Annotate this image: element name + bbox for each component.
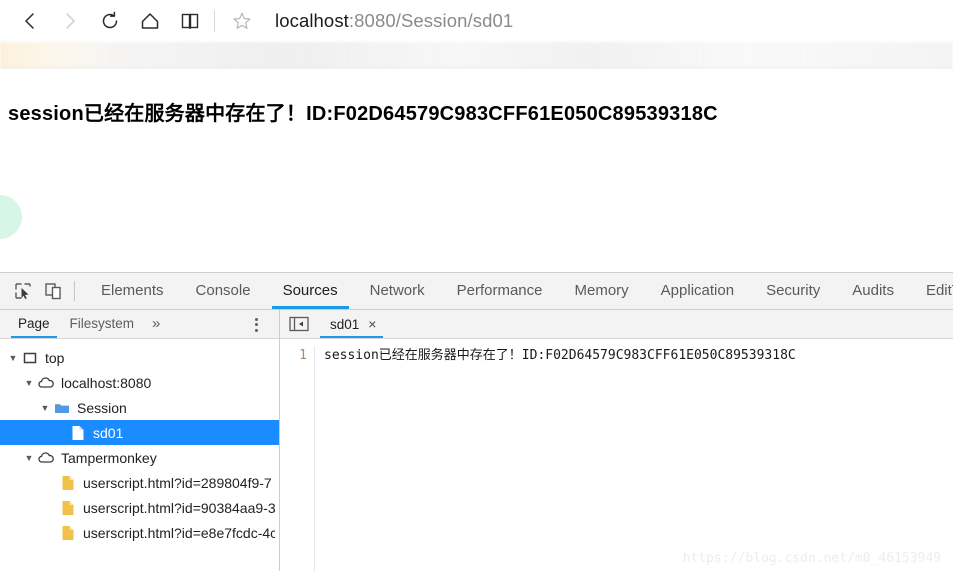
tree-item-label: userscript.html?id=90384aa9-3 <box>83 499 275 516</box>
tree-item-label: userscript.html?id=e8e7fcdc-4c <box>83 524 275 541</box>
sources-navigator: Page Filesystem » ▼ top ▼ localhost:8080… <box>0 310 280 571</box>
tab-memory[interactable]: Memory <box>559 273 645 309</box>
devtools-tabbar-divider <box>74 281 75 301</box>
tab-elements[interactable]: Elements <box>85 273 180 309</box>
tree-item-top[interactable]: ▼ top <box>0 345 279 370</box>
devtools-panel: Elements Console Sources Network Perform… <box>0 272 953 571</box>
favorites-button[interactable] <box>223 1 261 41</box>
browser-toolbar: localhost:8080/Session/sd01 <box>0 0 953 42</box>
chevron-down-icon[interactable]: ▼ <box>22 378 36 388</box>
device-toolbar-button[interactable] <box>38 276 68 306</box>
toolbar-divider <box>214 10 215 32</box>
tree-item-userscript-2[interactable]: ▼ userscript.html?id=90384aa9-3 <box>0 495 279 520</box>
chevron-right-icon <box>66 13 75 29</box>
page-body-text: session已经在服务器中存在了！ID:F02D64579C983CFF61E… <box>8 103 718 125</box>
refresh-button[interactable] <box>90 1 130 41</box>
code-line: session已经在服务器中存在了！ID:F02D64579C983CFF61E… <box>324 348 796 363</box>
blurred-page-band <box>0 42 953 69</box>
tree-item-session[interactable]: ▼ Session <box>0 395 279 420</box>
kebab-menu-icon[interactable] <box>247 315 265 334</box>
cloud-icon <box>36 451 56 465</box>
url-path: :8080/Session/sd01 <box>348 10 514 31</box>
script-file-icon <box>58 525 78 541</box>
tab-sources[interactable]: Sources <box>267 273 354 309</box>
file-icon <box>68 425 88 441</box>
tab-application[interactable]: Application <box>645 273 750 309</box>
address-bar[interactable]: localhost:8080/Session/sd01 <box>261 10 953 32</box>
chevron-left-icon <box>25 13 34 29</box>
file-tree: ▼ top ▼ localhost:8080 ▼ Session sd01 ▼ … <box>0 339 279 571</box>
line-number-gutter: 1 <box>280 346 314 571</box>
devtools-body: Page Filesystem » ▼ top ▼ localhost:8080… <box>0 310 953 571</box>
script-file-icon <box>58 475 78 491</box>
line-number: 1 <box>299 348 307 363</box>
home-button[interactable] <box>130 1 170 41</box>
url-host: localhost <box>275 10 349 31</box>
navigator-tab-filesystem[interactable]: Filesystem <box>60 310 145 338</box>
code-viewer[interactable]: 1 session已经在服务器中存在了！ID:F02D64579C983CFF6… <box>280 339 953 571</box>
tab-console[interactable]: Console <box>180 273 267 309</box>
page-viewport: session已经在服务器中存在了！ID:F02D64579C983CFF61E… <box>0 69 953 273</box>
tree-item-label: userscript.html?id=289804f9-7 <box>83 474 272 491</box>
back-button[interactable] <box>10 1 50 41</box>
decorative-blob <box>0 195 22 239</box>
tree-item-label: Session <box>77 399 127 416</box>
forward-button[interactable] <box>50 1 90 41</box>
star-icon <box>233 12 251 29</box>
close-icon[interactable]: × <box>368 317 376 331</box>
cloud-icon <box>36 376 56 390</box>
navigator-overflow-chevron-icon[interactable]: » <box>144 310 168 338</box>
refresh-icon <box>102 11 118 29</box>
tab-audits[interactable]: Audits <box>836 273 910 309</box>
chevron-down-icon[interactable]: ▼ <box>38 403 52 413</box>
tree-item-label: Tampermonkey <box>61 449 157 466</box>
editor-tabbar: sd01 × <box>280 310 953 339</box>
tree-item-label: top <box>45 349 65 366</box>
tree-item-label: sd01 <box>93 424 124 441</box>
tree-item-label: localhost:8080 <box>61 374 152 391</box>
tree-item-tampermonkey[interactable]: ▼ Tampermonkey <box>0 445 279 470</box>
inspect-element-icon <box>15 283 31 299</box>
tab-network[interactable]: Network <box>354 273 441 309</box>
home-icon <box>141 13 159 29</box>
chevron-down-icon[interactable]: ▼ <box>22 453 36 463</box>
folder-icon <box>52 401 72 415</box>
chevron-down-icon[interactable]: ▼ <box>6 353 20 363</box>
tree-item-userscript-3[interactable]: ▼ userscript.html?id=e8e7fcdc-4c <box>0 520 279 545</box>
editor-file-tab-label: sd01 <box>330 316 360 332</box>
tab-performance[interactable]: Performance <box>441 273 559 309</box>
navigator-tabbar: Page Filesystem » <box>0 310 279 339</box>
script-file-icon <box>58 500 78 516</box>
code-content: session已经在服务器中存在了！ID:F02D64579C983CFF61E… <box>314 346 953 571</box>
watermark: https://blog.csdn.net/m0_46153949 <box>682 551 941 566</box>
show-navigator-icon <box>289 316 309 332</box>
navigator-tab-page[interactable]: Page <box>8 310 60 338</box>
tree-item-localhost[interactable]: ▼ localhost:8080 <box>0 370 279 395</box>
editor-file-tab-sd01[interactable]: sd01 × <box>320 310 384 338</box>
show-navigator-button[interactable] <box>286 313 312 335</box>
tree-item-userscript-1[interactable]: ▼ userscript.html?id=289804f9-7 <box>0 470 279 495</box>
sources-editor: sd01 × 1 session已经在服务器中存在了！ID:F02D64579C… <box>280 310 953 571</box>
frame-icon <box>20 351 40 365</box>
inspect-element-button[interactable] <box>8 276 38 306</box>
devtools-tabbar: Elements Console Sources Network Perform… <box>0 273 953 310</box>
device-toolbar-icon <box>45 283 61 300</box>
tree-item-sd01[interactable]: ▼ sd01 <box>0 420 279 445</box>
reading-view-button[interactable] <box>170 1 210 41</box>
book-icon <box>181 13 199 29</box>
tab-security[interactable]: Security <box>750 273 836 309</box>
tab-editthiscookie[interactable]: EditThisC <box>910 273 953 309</box>
